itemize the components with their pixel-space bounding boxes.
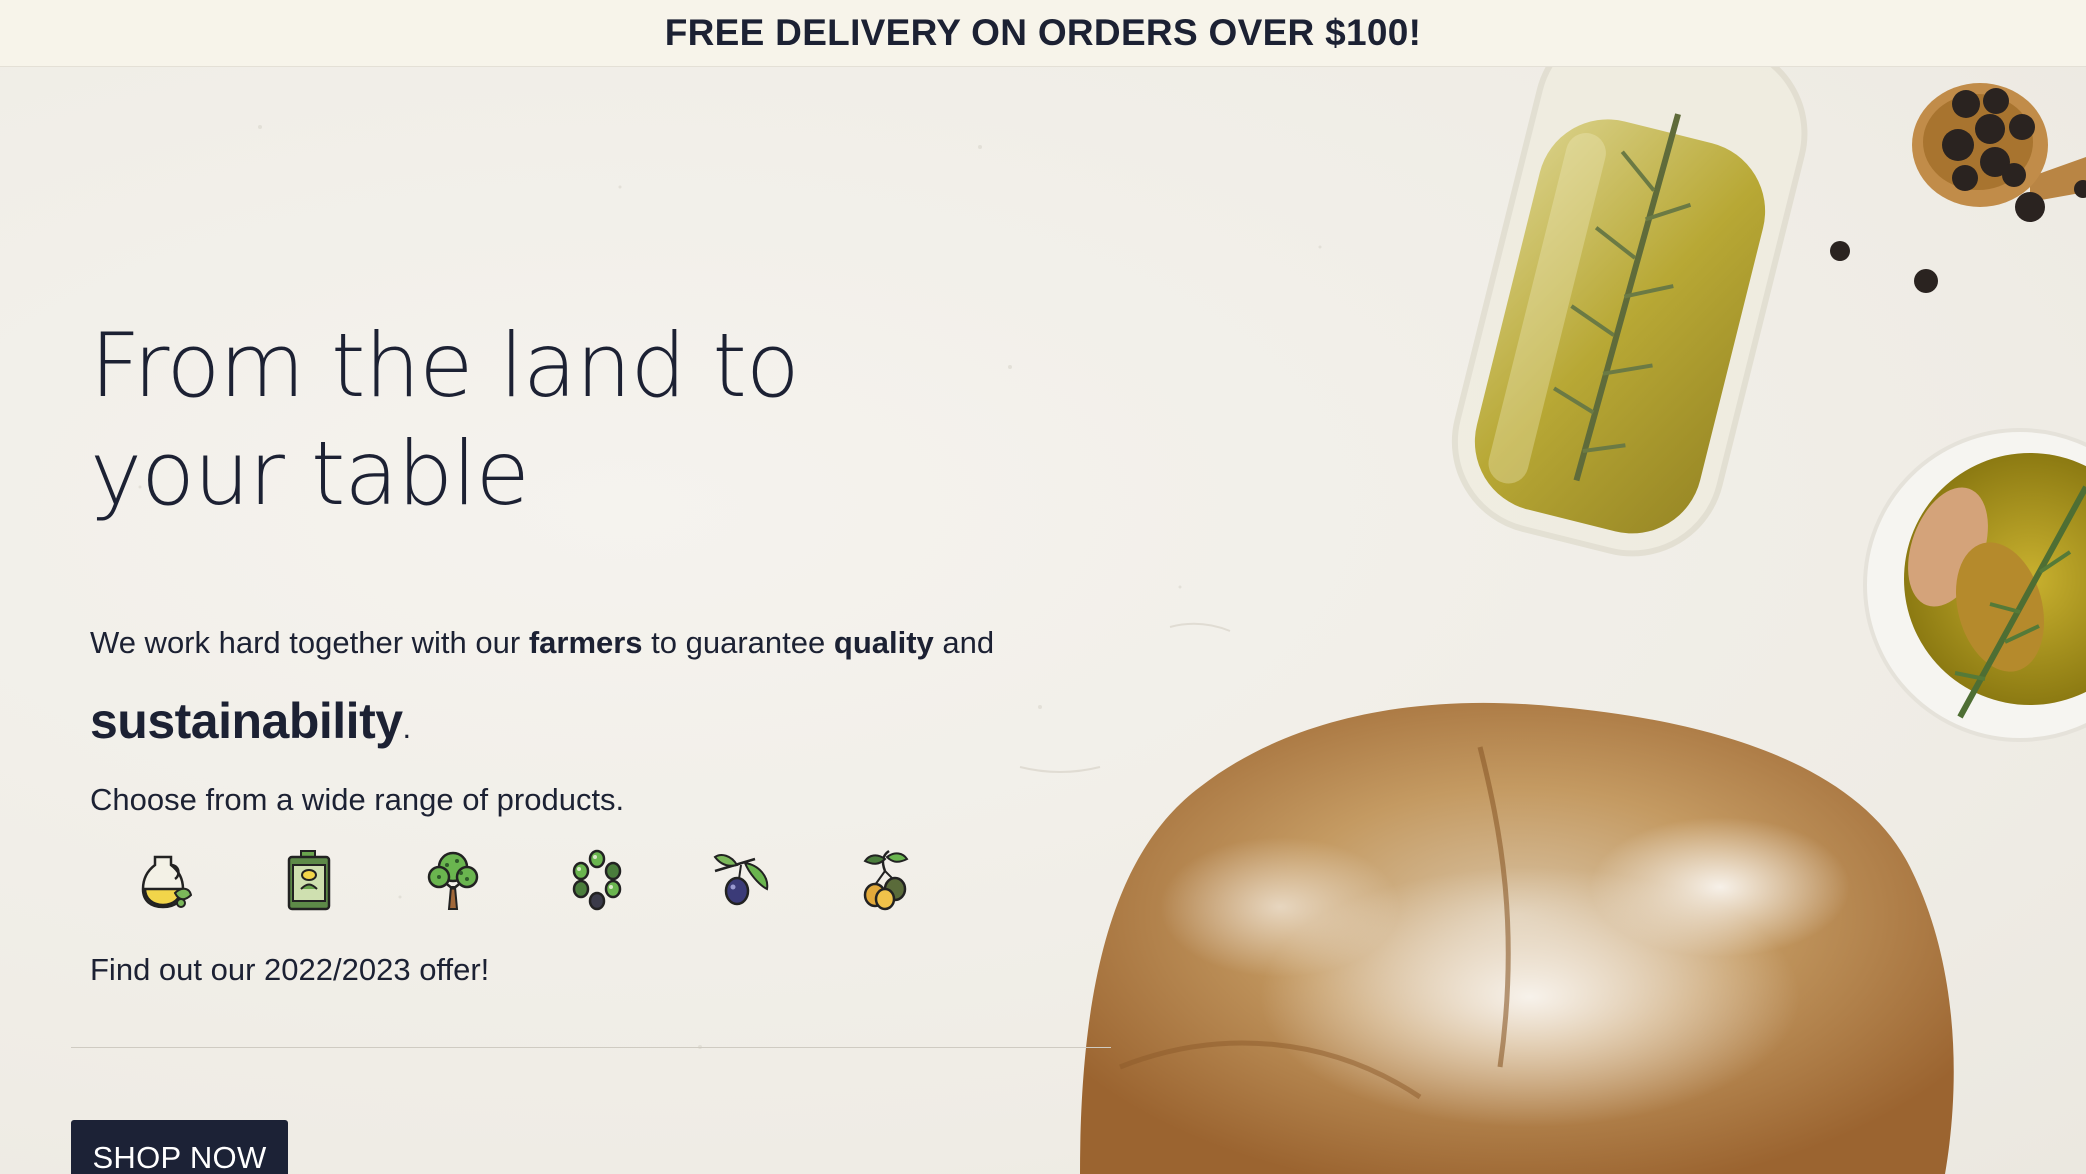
lead-quality: quality	[833, 625, 934, 660]
olives-pair-icon[interactable]	[855, 849, 915, 911]
lead-part-2: to guarantee	[642, 625, 834, 660]
olive-branch-icon[interactable]	[711, 849, 771, 911]
offer-text[interactable]: Find out our 2022/2023 offer!	[90, 952, 489, 988]
oil-jug-icon[interactable]	[135, 849, 195, 911]
hero-lead-text: We work hard together with our farmers t…	[90, 622, 1140, 664]
category-icons	[135, 849, 915, 911]
divider	[71, 1047, 1111, 1048]
bread-loaf	[1080, 702, 1954, 1174]
spoon-peppercorns	[1830, 83, 2086, 293]
lead-part-3: and	[933, 625, 995, 660]
hero-sustainability: sustainability.	[90, 692, 411, 750]
hero-headline: From the land to your table	[90, 314, 800, 525]
hero-photo	[1080, 67, 2086, 1174]
range-text: Choose from a wide range of products.	[90, 782, 625, 817]
shop-now-button[interactable]: SHOP NOW	[71, 1120, 288, 1174]
promo-bar: FREE DELIVERY ON ORDERS OVER $100!	[0, 0, 2086, 67]
hero-section: From the land to your table We work hard…	[0, 67, 2086, 1174]
oil-bowl	[1863, 428, 2086, 742]
promo-text: FREE DELIVERY ON ORDERS OVER $100!	[664, 12, 1422, 53]
lead-farmers: farmers	[528, 625, 643, 660]
oil-tin-icon[interactable]	[279, 849, 339, 911]
olives-cluster-icon[interactable]	[567, 849, 627, 911]
lead-part-1: We work hard together with our	[90, 625, 529, 660]
lead-period: .	[402, 710, 412, 745]
lead-sustainability: sustainability	[90, 693, 403, 749]
oil-bottle	[1451, 67, 1808, 557]
olive-tree-icon[interactable]	[423, 849, 483, 911]
